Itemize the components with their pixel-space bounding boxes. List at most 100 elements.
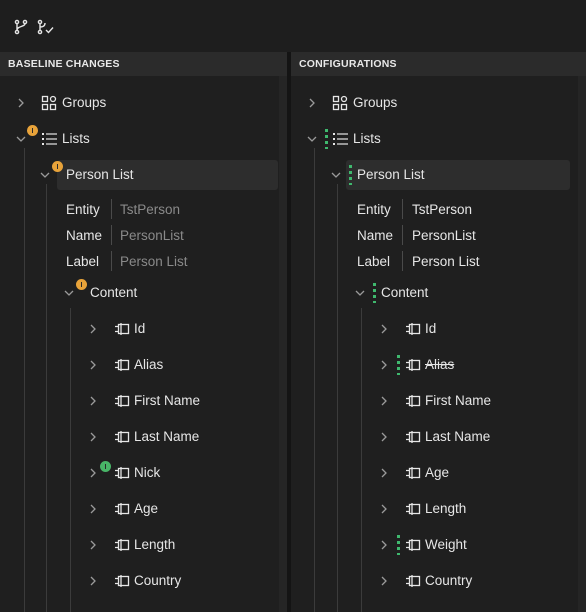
tree-guide bbox=[337, 184, 338, 612]
tree-node-label: First Name bbox=[134, 393, 201, 408]
tree-node-label: Last Name bbox=[134, 429, 200, 444]
property-value: PersonList bbox=[120, 228, 184, 243]
tree-node-label: Lists bbox=[62, 131, 90, 146]
tree-node-label: Id bbox=[425, 321, 437, 336]
panel-title: BASELINE CHANGES bbox=[0, 52, 287, 76]
tree-guide bbox=[70, 308, 71, 612]
added-badge-icon bbox=[100, 461, 111, 472]
panel-title: CONFIGURATIONS bbox=[291, 52, 586, 76]
chevron-down-icon[interactable] bbox=[355, 288, 365, 298]
property-separator bbox=[111, 251, 112, 271]
chevron-right-icon[interactable] bbox=[379, 324, 389, 334]
chevron-right-icon[interactable] bbox=[88, 540, 98, 550]
field-icon bbox=[114, 538, 130, 552]
tree-node-label: First Name bbox=[425, 393, 492, 408]
property-value: Person List bbox=[412, 254, 480, 269]
chevron-right-icon[interactable] bbox=[88, 360, 98, 370]
field-icon bbox=[405, 574, 421, 588]
chevron-down-icon[interactable] bbox=[307, 134, 317, 144]
field-icon bbox=[114, 322, 130, 336]
tree-node-label: Content bbox=[90, 285, 138, 300]
property-separator bbox=[402, 225, 403, 245]
property-name: Entity bbox=[357, 202, 391, 217]
property-separator bbox=[111, 225, 112, 245]
chevron-down-icon[interactable] bbox=[331, 170, 341, 180]
chevron-right-icon[interactable] bbox=[379, 504, 389, 514]
chevron-right-icon[interactable] bbox=[379, 540, 389, 550]
tree-node-label: Length bbox=[134, 537, 176, 552]
property-value: TstPerson bbox=[412, 202, 473, 217]
modified-badge-icon bbox=[52, 161, 63, 172]
change-marker bbox=[373, 283, 376, 303]
change-marker bbox=[325, 129, 328, 149]
tree-node-label: Groups bbox=[353, 95, 398, 110]
groups-icon bbox=[332, 95, 348, 111]
chevron-right-icon[interactable] bbox=[88, 396, 98, 406]
tree-node-label: Country bbox=[134, 573, 182, 588]
field-icon bbox=[114, 430, 130, 444]
chevron-right-icon[interactable] bbox=[88, 576, 98, 586]
property-name: Label bbox=[66, 254, 100, 269]
property-value: PersonList bbox=[412, 228, 476, 243]
tree-node-label: Length bbox=[425, 501, 467, 516]
chevron-down-icon[interactable] bbox=[40, 170, 50, 180]
field-icon bbox=[114, 502, 130, 516]
field-icon bbox=[405, 502, 421, 516]
toolbar bbox=[0, 0, 586, 52]
field-icon bbox=[114, 466, 130, 480]
modified-badge-icon bbox=[76, 279, 87, 290]
field-icon bbox=[405, 466, 421, 480]
chevron-right-icon[interactable] bbox=[88, 432, 98, 442]
tree-node-label: Lists bbox=[353, 131, 381, 146]
field-icon bbox=[114, 394, 130, 408]
chevron-right-icon[interactable] bbox=[88, 504, 98, 514]
property-name: Name bbox=[357, 228, 394, 243]
chevron-right-icon[interactable] bbox=[307, 98, 317, 108]
field-icon bbox=[405, 430, 421, 444]
property-name: Label bbox=[357, 254, 391, 269]
tree-node-label: Nick bbox=[134, 465, 161, 480]
branch-check-icon[interactable] bbox=[36, 18, 54, 36]
tree-node-label: Alias bbox=[425, 357, 455, 372]
chevron-right-icon[interactable] bbox=[379, 360, 389, 370]
field-icon bbox=[405, 394, 421, 408]
scrollbar[interactable] bbox=[578, 76, 586, 612]
chevron-right-icon[interactable] bbox=[379, 396, 389, 406]
field-icon bbox=[114, 358, 130, 372]
tree-guide bbox=[24, 148, 25, 612]
property-separator bbox=[111, 199, 112, 219]
field-icon bbox=[405, 322, 421, 336]
change-marker bbox=[397, 535, 400, 555]
chevron-right-icon[interactable] bbox=[88, 324, 98, 334]
scrollbar[interactable] bbox=[279, 76, 287, 612]
property-separator bbox=[402, 251, 403, 271]
tree-node-label: Person List bbox=[357, 167, 425, 182]
tree-node-label: Country bbox=[425, 573, 473, 588]
chevron-down-icon[interactable] bbox=[64, 288, 74, 298]
tree-node-label: Weight bbox=[425, 537, 467, 552]
change-marker bbox=[349, 165, 352, 185]
tree-guide bbox=[361, 308, 362, 612]
tree-node-label: Id bbox=[134, 321, 146, 336]
property-name: Name bbox=[66, 228, 103, 243]
chevron-right-icon[interactable] bbox=[379, 576, 389, 586]
property-name: Entity bbox=[66, 202, 100, 217]
chevron-down-icon[interactable] bbox=[16, 134, 26, 144]
chevron-right-icon[interactable] bbox=[88, 468, 98, 478]
tree-node-label: Age bbox=[425, 465, 450, 480]
chevron-right-icon[interactable] bbox=[16, 98, 26, 108]
baseline-changes-panel: BASELINE CHANGES Groups Lists Person Lis… bbox=[0, 52, 287, 612]
tree-node-label: Alias bbox=[134, 357, 164, 372]
field-icon bbox=[405, 358, 421, 372]
tree-node-label: Person List bbox=[66, 167, 134, 182]
configurations-panel: CONFIGURATIONS Groups Lists Person List … bbox=[291, 52, 586, 612]
modified-badge-icon bbox=[27, 125, 38, 136]
field-icon bbox=[114, 574, 130, 588]
chevron-right-icon[interactable] bbox=[379, 468, 389, 478]
chevron-right-icon[interactable] bbox=[379, 432, 389, 442]
branch-icon[interactable] bbox=[12, 18, 30, 36]
list-icon bbox=[42, 133, 57, 145]
field-icon bbox=[405, 538, 421, 552]
tree-guide bbox=[46, 184, 47, 612]
tree-node-label: Groups bbox=[62, 95, 107, 110]
